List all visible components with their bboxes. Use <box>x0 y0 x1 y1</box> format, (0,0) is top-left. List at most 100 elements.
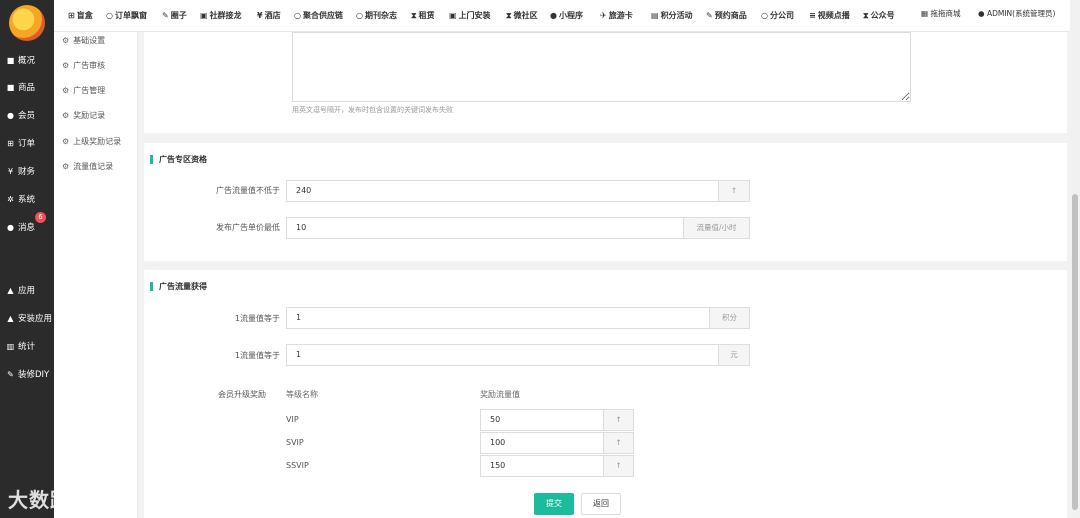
min-price-input[interactable]: 10 <box>286 217 684 239</box>
top-nav-item[interactable]: ≡ 视频点播 <box>809 10 850 21</box>
sidebar-item-orders[interactable]: ⊞ 订单 <box>0 132 54 154</box>
sidebar-item-stats[interactable]: ▥ 统计 <box>0 335 54 357</box>
gears-icon: ✲ <box>7 194 14 204</box>
subnav-item-traffic-records[interactable]: ⚙ 流量值记录 <box>62 158 113 174</box>
section-title: 广告专区资格 <box>150 155 207 164</box>
sidebar-item-diy[interactable]: ✎ 装修DIY <box>0 363 54 385</box>
page-scrollbar[interactable] <box>1070 0 1080 518</box>
subnav-item-ad-review[interactable]: ⚙ 广告审核 <box>62 57 105 73</box>
cart-icon: ⊞ <box>7 138 14 148</box>
top-nav-item[interactable]: ● 小程序 <box>550 10 583 21</box>
sidebar-item-label: 应用 <box>18 286 36 296</box>
sub-navigation: ⚙ 基础设置 ⚙ 广告审核 ⚙ 广告管理 ⚙ 奖励记录 ⚙ 上级奖励记录 ⚙ 流… <box>54 0 138 518</box>
top-nav-item[interactable]: ✎ 圈子 <box>162 10 187 21</box>
sidebar-item-label: 概况 <box>18 56 36 66</box>
chat-icon: ● <box>7 222 14 232</box>
traffic-to-yuan-input[interactable]: 1 <box>286 344 719 366</box>
min-traffic-input[interactable]: 240 <box>286 180 719 202</box>
level-name-header: 等级名称 <box>286 390 318 399</box>
top-nav-item[interactable]: ○ 期刊杂志 <box>356 10 397 21</box>
sidebar-item-label: 统计 <box>18 342 36 352</box>
min-price-label: 发布广告单价最低 <box>216 223 280 232</box>
traffic-to-points-input[interactable]: 1 <box>286 307 710 329</box>
users-icon: ● <box>7 110 14 120</box>
subnav-item-label: 流量值记录 <box>73 161 114 171</box>
gears-icon: ⚙ <box>62 35 70 45</box>
image-icon: ▣ <box>200 11 208 20</box>
top-bar: ⊞ 盲盒 ○ 订单飘窗 ✎ 圈子 ▣ 社群接龙 ¥ 酒店 ○ 聚合供应链 ○ 期刊杂志 ⧗ 租赁… <box>54 0 1080 32</box>
top-nav-item[interactable]: ○ 分公司 <box>761 10 794 21</box>
sidebar-item-goods[interactable]: ■ 商品 <box>0 76 54 98</box>
yen-icon: ¥ <box>257 11 263 20</box>
brush-icon: ✎ <box>7 369 14 379</box>
scrollbar-thumb[interactable] <box>1072 194 1078 510</box>
brush-icon: ✎ <box>706 11 713 20</box>
top-nav-item[interactable]: ▣ 上门安装 <box>449 10 491 21</box>
top-nav-item[interactable]: ✎ 预约商品 <box>706 10 747 21</box>
subnav-item-ad-management[interactable]: ⚙ 广告管理 <box>62 82 105 98</box>
dashboard-icon: ■ <box>6 55 15 65</box>
subnav-item-label: 广告审核 <box>73 60 106 70</box>
user-menu[interactable]: ● ADMIN(系统管理员) <box>978 8 1056 19</box>
submit-button[interactable]: 提交 <box>534 493 574 515</box>
arrow-up-icon[interactable]: ↑ <box>603 455 634 477</box>
min-traffic-label: 广告流量值不低于 <box>216 186 280 195</box>
top-nav-item[interactable]: ○ 订单飘窗 <box>106 10 147 21</box>
circle-icon: ○ <box>106 11 113 20</box>
top-nav-item[interactable]: ▣ 社群接龙 <box>200 10 242 21</box>
list-icon: ≡ <box>809 11 816 20</box>
top-nav-item[interactable]: ¥ 酒店 <box>257 10 281 21</box>
avatar[interactable] <box>9 5 45 41</box>
hourglass-icon: ⧗ <box>863 11 869 20</box>
top-nav-item[interactable]: ⧗ 公众号 <box>863 10 895 21</box>
level-reward-input[interactable]: 50 <box>480 409 604 431</box>
main-sidebar: ■ 概况 ■ 商品 ● 会员 ⊞ 订单 ¥ 财务 ✲ 系统 ● 消息 6 ▲ 应… <box>0 0 91 518</box>
top-nav-item[interactable]: ▤ 积分活动 <box>651 10 693 21</box>
brush-icon: ✎ <box>162 11 169 20</box>
sidebar-item-finance[interactable]: ¥ 财务 <box>0 160 54 182</box>
traffic-card: 广告流量获得 1流量值等于 1 积分 1流量值等于 1 元 会员升级奖励 等级名… <box>144 270 1067 518</box>
subnav-item-basic-settings[interactable]: ⚙ 基础设置 <box>62 32 105 48</box>
price-unit-addon: 流量值/小时 <box>683 217 750 239</box>
sidebar-item-label: 财务 <box>18 167 36 177</box>
sidebar-item-system[interactable]: ✲ 系统 <box>0 188 54 210</box>
plane-icon: ✈ <box>600 11 607 20</box>
keyword-card: 用英文逗号隔开，发布时包含设置的关键词发布失败 <box>144 32 1067 133</box>
main-content: 用英文逗号隔开，发布时包含设置的关键词发布失败 广告专区资格 广告流量值不低于 … <box>138 32 1070 518</box>
sidebar-item-overview[interactable]: ■ 概况 <box>0 49 54 71</box>
level-reward-input[interactable]: 100 <box>480 432 604 454</box>
upgrade-reward-label: 会员升级奖励 <box>218 390 266 399</box>
subnav-item-reward-records[interactable]: ⚙ 奖励记录 <box>62 107 105 123</box>
keyword-textarea[interactable] <box>292 32 911 102</box>
arrow-up-icon[interactable]: ↑ <box>603 432 634 454</box>
cubes-icon: ▲ <box>7 285 14 295</box>
shop-link[interactable]: ▦ 拖拖商城 <box>921 8 960 19</box>
sidebar-item-label: 系统 <box>18 195 36 205</box>
gears-icon: ⚙ <box>62 161 70 171</box>
top-nav-item[interactable]: ⧗ 租赁 <box>411 10 435 21</box>
yuan-unit-addon: 元 <box>718 344 750 366</box>
keyword-hint: 用英文逗号隔开，发布时包含设置的关键词发布失败 <box>292 106 453 114</box>
sidebar-item-members[interactable]: ● 会员 <box>0 104 54 126</box>
level-reward-input[interactable]: 150 <box>480 455 604 477</box>
subnav-item-superior-reward-records[interactable]: ⚙ 上级奖励记录 <box>62 133 121 149</box>
sidebar-item-apps[interactable]: ▲ 应用 <box>0 279 54 301</box>
sidebar-item-messages[interactable]: ● 消息 <box>0 216 54 238</box>
top-nav-item[interactable]: ○ 聚合供应链 <box>294 10 343 21</box>
sidebar-item-label: 订单 <box>18 139 36 149</box>
level-name: SSVIP <box>286 461 309 470</box>
reward-traffic-header: 奖励流量值 <box>480 390 520 399</box>
sidebar-item-label: 消息 <box>18 223 36 233</box>
top-nav-item[interactable]: ✈ 旅游卡 <box>600 10 633 21</box>
sidebar-item-label: 装修DIY <box>18 370 50 380</box>
arrow-up-icon[interactable]: ↑ <box>603 409 634 431</box>
hourglass-icon: ⧗ <box>411 11 417 20</box>
arrow-up-icon[interactable]: ↑ <box>718 180 750 202</box>
top-nav-item[interactable]: ⊞ 盲盒 <box>68 10 93 21</box>
back-button[interactable]: 返回 <box>581 493 621 515</box>
circle-icon: ○ <box>761 11 768 20</box>
sidebar-item-install-apps[interactable]: ▲ 安装应用 <box>0 307 54 329</box>
subnav-item-label: 基础设置 <box>73 35 106 45</box>
top-nav-item[interactable]: ⧗ 微社区 <box>506 10 538 21</box>
qualification-card: 广告专区资格 广告流量值不低于 240 ↑ 发布广告单价最低 10 流量值/小时 <box>144 143 1067 261</box>
